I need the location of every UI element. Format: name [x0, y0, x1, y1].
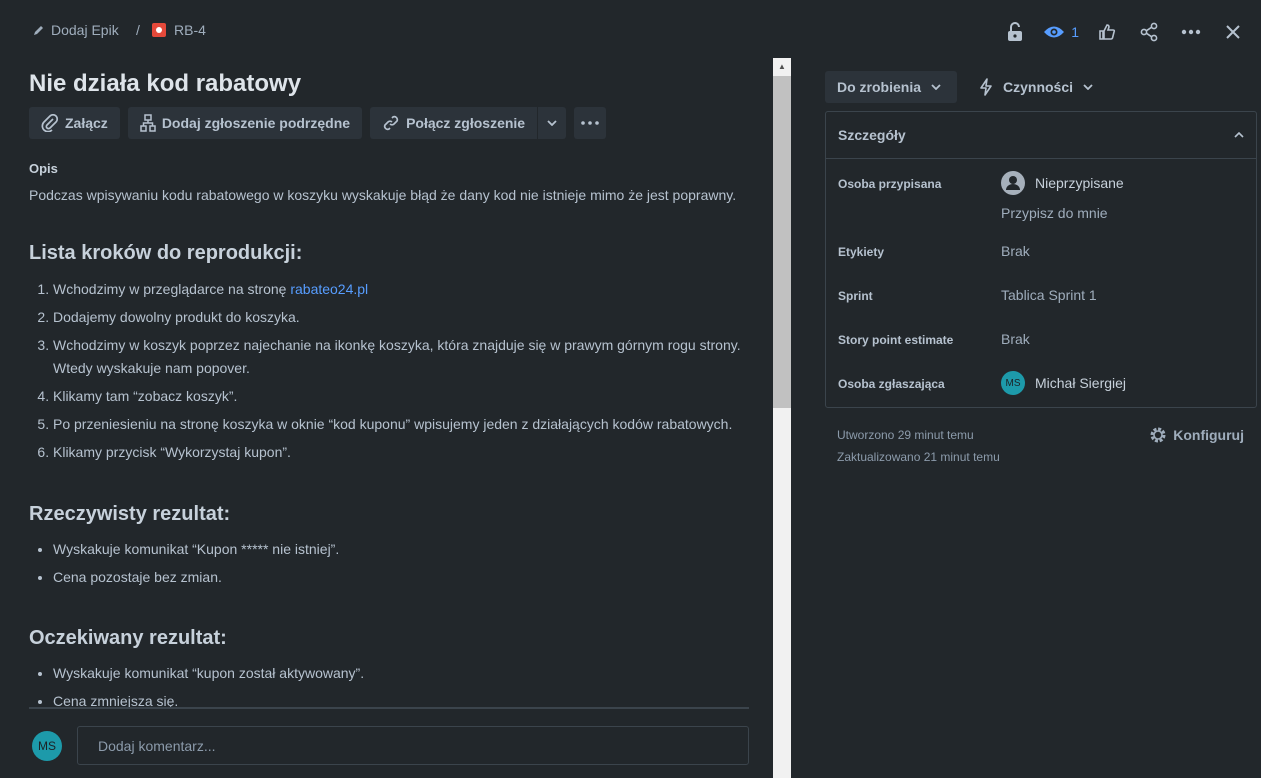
chevron-down-icon	[1083, 84, 1093, 90]
gear-icon	[1150, 427, 1166, 443]
close-icon[interactable]	[1219, 18, 1247, 46]
created-timestamp: Utworzono 29 minut temu	[837, 428, 974, 442]
link-issue-split-button: Połącz zgłoszenie	[370, 107, 567, 139]
story-points-label: Story point estimate	[838, 333, 954, 347]
bug-icon	[152, 23, 166, 37]
add-child-label: Dodaj zgłoszenie podrzędne	[161, 115, 351, 131]
site-link[interactable]: rabateo24.pl	[290, 281, 368, 297]
attach-button[interactable]: Załącz	[29, 107, 120, 139]
steps-list: Wchodzimy w przeglądarce na stronę rabat…	[29, 278, 749, 469]
add-epic-link[interactable]: Dodaj Epik	[33, 22, 119, 38]
lock-icon[interactable]	[1001, 18, 1029, 46]
more-options-icon	[581, 121, 599, 125]
step-text: Wchodzimy w przeglądarce na stronę	[53, 281, 291, 297]
list-item: Wchodzimy w koszyk poprzez najechanie na…	[53, 334, 749, 380]
description-label: Opis	[29, 161, 58, 176]
comment-input[interactable]: Dodaj komentarz...	[77, 726, 749, 765]
link-icon	[383, 115, 399, 131]
story-points-value[interactable]: Brak	[1001, 331, 1030, 347]
chevron-up-icon	[1234, 132, 1244, 138]
reporter-label: Osoba zgłaszająca	[838, 377, 945, 391]
add-child-issue-button[interactable]: Dodaj zgłoszenie podrzędne	[127, 107, 363, 139]
details-panel: Szczegóły Osoba przypisana Nieprzypisane…	[825, 111, 1257, 408]
reporter-field[interactable]: MS Michał Siergiej	[1001, 371, 1126, 395]
avatar: MS	[1001, 371, 1025, 395]
labels-label: Etykiety	[838, 245, 885, 259]
assignee-value: Nieprzypisane	[1035, 175, 1124, 191]
issue-title[interactable]: Nie działa kod rabatowy	[29, 70, 301, 98]
status-dropdown[interactable]: Do zrobienia	[825, 71, 957, 103]
watch-button[interactable]: 1	[1043, 18, 1079, 46]
list-item: Klikamy przycisk “Wykorzystaj kupon”.	[53, 441, 749, 464]
scroll-up-arrow-icon[interactable]: ▲	[773, 58, 791, 75]
chevron-down-icon	[547, 120, 557, 126]
user-icon	[1001, 171, 1025, 195]
scrollbar-thumb[interactable]	[773, 76, 791, 408]
header-actions: 1	[987, 18, 1247, 46]
labels-value[interactable]: Brak	[1001, 243, 1030, 259]
eye-icon	[1044, 26, 1065, 38]
actions-label: Czynności	[1003, 79, 1074, 95]
issue-main: Nie działa kod rabatowy Załącz Dodaj zgł…	[0, 60, 772, 778]
description-text: Podczas wpisywaniu kodu rabatowego w kos…	[29, 187, 737, 203]
list-item: Wyskakuje komunikat “Kupon ***** nie ist…	[53, 538, 749, 561]
actual-result-list: Wyskakuje komunikat “Kupon ***** nie ist…	[29, 538, 749, 594]
breadcrumb-separator: /	[136, 22, 140, 38]
updated-timestamp: Zaktualizowano 21 minut temu	[837, 450, 1000, 464]
attach-label: Załącz	[65, 115, 108, 131]
link-issue-button[interactable]: Połącz zgłoszenie	[370, 107, 538, 139]
configure-label: Konfiguruj	[1173, 427, 1244, 443]
list-item: Po przeniesieniu na stronę koszyka w okn…	[53, 413, 749, 436]
steps-heading: Lista kroków do reprodukcji:	[29, 242, 303, 264]
more-options-icon[interactable]	[1177, 18, 1205, 46]
expected-result-heading: Oczekiwany rezultat:	[29, 627, 227, 649]
list-item: Wyskakuje komunikat “kupon został aktywo…	[53, 662, 749, 685]
issue-sidebar: Do zrobienia Czynności Szczegóły Osoba p…	[791, 60, 1261, 778]
details-heading: Szczegóły	[838, 127, 906, 143]
chevron-down-icon	[931, 84, 941, 90]
issue-toolbar: Załącz Dodaj zgłoszenie podrzędne Połącz…	[29, 107, 607, 139]
watch-count: 1	[1071, 24, 1079, 40]
list-item: Cena pozostaje bez zmian.	[53, 566, 749, 589]
actual-result-heading: Rzeczywisty rezultat:	[29, 503, 231, 525]
configure-button[interactable]: Konfiguruj	[1149, 426, 1244, 444]
reporter-value: Michał Siergiej	[1035, 375, 1127, 391]
avatar: MS	[32, 731, 62, 761]
sprint-link[interactable]: Tablica Sprint 1	[1001, 287, 1097, 303]
divider	[29, 707, 749, 709]
issue-key: RB-4	[174, 22, 206, 38]
hierarchy-icon	[140, 114, 156, 132]
list-item: Wchodzimy w przeglądarce na stronę rabat…	[53, 278, 749, 301]
paperclip-icon	[41, 114, 59, 132]
list-item: Klikamy tam “zobacz koszyk”.	[53, 385, 749, 408]
comment-bar: MS Dodaj komentarz...	[0, 707, 772, 778]
assignee-label: Osoba przypisana	[838, 177, 942, 191]
actions-dropdown[interactable]: Czynności	[967, 71, 1105, 103]
list-item: Dodajemy dowolny produkt do koszyka.	[53, 306, 749, 329]
issue-header: Dodaj Epik / RB-4 1	[0, 0, 1261, 60]
more-actions-button[interactable]	[574, 107, 607, 139]
share-icon[interactable]	[1135, 18, 1163, 46]
assignee-field[interactable]: Nieprzypisane	[1001, 171, 1124, 195]
issue-key-link[interactable]: RB-4	[152, 22, 206, 38]
add-epic-label: Dodaj Epik	[51, 22, 119, 38]
details-header[interactable]: Szczegóły	[826, 112, 1256, 159]
sprint-label: Sprint	[838, 289, 873, 303]
lightning-icon	[980, 78, 992, 96]
thumbs-up-icon[interactable]	[1093, 18, 1121, 46]
assign-to-me-link[interactable]: Przypisz do mnie	[1001, 205, 1108, 221]
link-issue-label: Połącz zgłoszenie	[406, 115, 526, 131]
pencil-icon	[34, 26, 43, 35]
link-issue-dropdown[interactable]	[538, 107, 567, 139]
status-label: Do zrobienia	[837, 79, 922, 95]
